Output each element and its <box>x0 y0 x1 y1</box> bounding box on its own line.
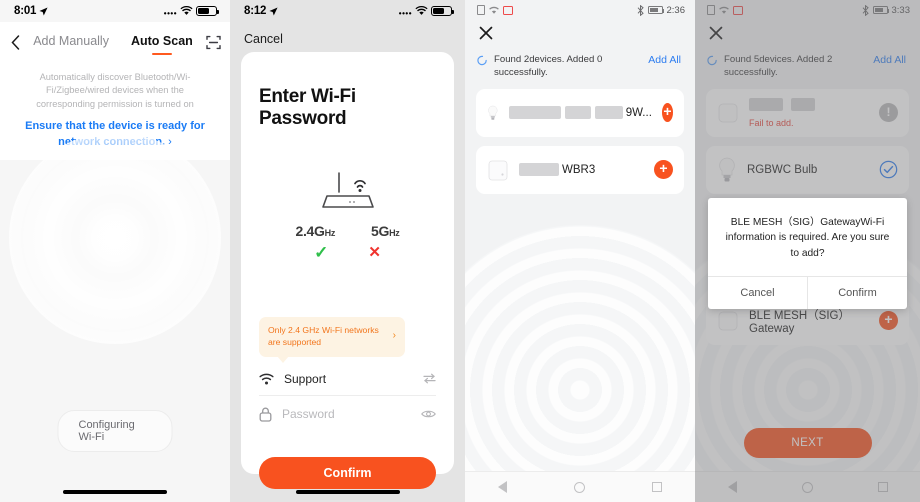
nav-home-icon[interactable] <box>573 481 585 493</box>
status-time: 8:01 <box>14 5 37 17</box>
router-illustration <box>259 170 436 214</box>
device-name: 9W... <box>508 106 652 120</box>
sim-card-icon <box>477 5 485 15</box>
add-all-button[interactable]: Add All <box>648 54 681 66</box>
password-input[interactable]: Password <box>282 407 411 421</box>
back-chevron-icon <box>10 34 19 50</box>
back-button[interactable] <box>0 34 30 50</box>
tab-auto-scan[interactable]: Auto Scan <box>131 34 193 50</box>
loading-spinner-icon <box>477 55 487 66</box>
status-icons: •••• <box>163 5 219 18</box>
device-name-suffix: WBR3 <box>562 163 596 176</box>
frequency-marks: ✓ ✕ <box>259 243 436 263</box>
navigation-bar: Add Manually Auto Scan <box>0 22 230 62</box>
scan-status-row: Found 2devices. Added 0 successfully. Ad… <box>465 53 695 80</box>
signal-dots-icon: •••• <box>398 8 412 18</box>
device-name-suffix: 9W... <box>625 106 652 119</box>
confirm-dialog: BLE MESH（SIG）GatewayWi-Fi information is… <box>708 198 907 309</box>
tab-add-manually[interactable]: Add Manually <box>33 34 109 50</box>
eye-icon[interactable] <box>421 409 436 419</box>
qr-scan-icon <box>205 35 221 49</box>
nav-back-icon[interactable] <box>498 481 508 493</box>
status-time-group: 8:01 <box>14 5 48 17</box>
redacted-text <box>564 106 591 120</box>
bulb-icon <box>488 105 498 120</box>
add-device-button[interactable]: + <box>661 103 673 123</box>
cross-mark-icon: ✕ <box>368 244 381 261</box>
device-list-item[interactable]: WBR3 + <box>476 145 684 194</box>
close-button[interactable] <box>479 26 495 43</box>
panel-enter-wifi-password: 8:12 •••• Cancel Enter Wi-Fi Password 2.… <box>230 0 465 502</box>
found-devices-text: Found 2devices. Added 0 successfully. <box>494 54 603 79</box>
ios-status-bar: 8:12 •••• <box>230 0 465 22</box>
dialog-cancel-button[interactable]: Cancel <box>708 277 807 309</box>
tab-bar: Add Manually Auto Scan <box>30 34 196 50</box>
lock-icon <box>259 407 272 422</box>
header <box>465 20 695 43</box>
device-name: WBR3 <box>519 163 644 177</box>
gateway-icon <box>488 160 508 181</box>
frequency-tip-tooltip[interactable]: Only 2.4 GHz Wi-Fi networks are supporte… <box>259 317 405 363</box>
ios-home-indicator <box>295 489 400 494</box>
ios-status-bar: 8:01 •••• <box>0 0 230 22</box>
panel-gateway-confirm-dialog: 3:33 Found 5devices. Added 2 successfull… <box>695 0 920 502</box>
status-time: 8:12 <box>244 5 267 17</box>
ssid-value: Support <box>284 371 327 386</box>
check-mark-icon: ✓ <box>314 243 329 262</box>
configuring-wifi-status: Configuring Wi-Fi <box>57 410 173 452</box>
password-field[interactable]: Password <box>259 397 436 431</box>
android-navigation-bar <box>465 471 695 502</box>
status-time: 2:36 <box>666 4 686 16</box>
redacted-text <box>508 106 561 120</box>
status-right-icons: 2:36 <box>637 4 686 16</box>
scanning-radar-animation <box>465 225 695 502</box>
panel-found-devices: 2:36 Found 2devices. Added 0 successfull… <box>465 0 695 502</box>
dialog-confirm-button[interactable]: Confirm <box>807 276 907 309</box>
bluetooth-icon <box>637 4 644 16</box>
dialog-actions: Cancel Confirm <box>708 275 907 309</box>
scan-description: Automatically discover Bluetooth/Wi-Fi/Z… <box>0 62 230 112</box>
qr-scan-button[interactable] <box>196 35 230 50</box>
scanning-radar-animation <box>9 132 221 344</box>
battery-icon <box>196 5 219 17</box>
close-icon <box>479 26 493 40</box>
wifi-icon <box>180 6 193 15</box>
ios-home-indicator <box>63 489 167 494</box>
status-time-group: 8:12 <box>244 5 278 17</box>
tip-text: Only 2.4 GHz Wi-Fi networks are supporte… <box>268 325 379 348</box>
panel-auto-scan: 8:01 •••• Add Manually Auto Scan Automat… <box>0 0 230 502</box>
dialog-message: BLE MESH（SIG）GatewayWi-Fi information is… <box>725 217 890 259</box>
wifi-icon <box>489 6 499 14</box>
page-title: Enter Wi-Fi Password <box>259 86 356 129</box>
location-arrow-icon <box>269 6 278 15</box>
redacted-text <box>594 106 623 120</box>
device-list-item[interactable]: 9W... + <box>476 88 684 137</box>
chevron-right-icon: › <box>392 330 396 342</box>
status-icons: •••• <box>398 5 454 18</box>
wifi-icon <box>259 373 274 384</box>
status-left-icons <box>477 5 513 15</box>
ssid-field[interactable]: Support <box>259 362 436 396</box>
battery-icon <box>647 6 664 14</box>
freq-24-label: 2.4GHz <box>295 223 336 239</box>
battery-icon <box>431 5 454 17</box>
nav-recents-icon[interactable] <box>651 482 662 492</box>
redacted-text <box>519 163 559 177</box>
wifi-icon <box>415 6 428 15</box>
freq-5-label: 5GHz <box>371 223 400 239</box>
add-device-button[interactable]: + <box>654 160 673 180</box>
red-square-icon <box>503 5 513 15</box>
android-status-bar: 2:36 <box>465 0 695 20</box>
signal-dots-icon: •••• <box>163 8 177 18</box>
screenshot-stage: 8:01 •••• Add Manually Auto Scan Automat… <box>0 0 920 502</box>
wifi-password-sheet: Enter Wi-Fi Password 2.4GHz 5GHz ✓ ✕ Onl… <box>241 52 454 489</box>
frequency-labels: 2.4GHz 5GHz <box>259 223 436 239</box>
location-arrow-icon <box>39 6 48 15</box>
switch-network-icon[interactable] <box>423 373 436 384</box>
wifi-router-icon <box>321 172 374 208</box>
confirm-button[interactable]: Confirm <box>259 457 436 489</box>
